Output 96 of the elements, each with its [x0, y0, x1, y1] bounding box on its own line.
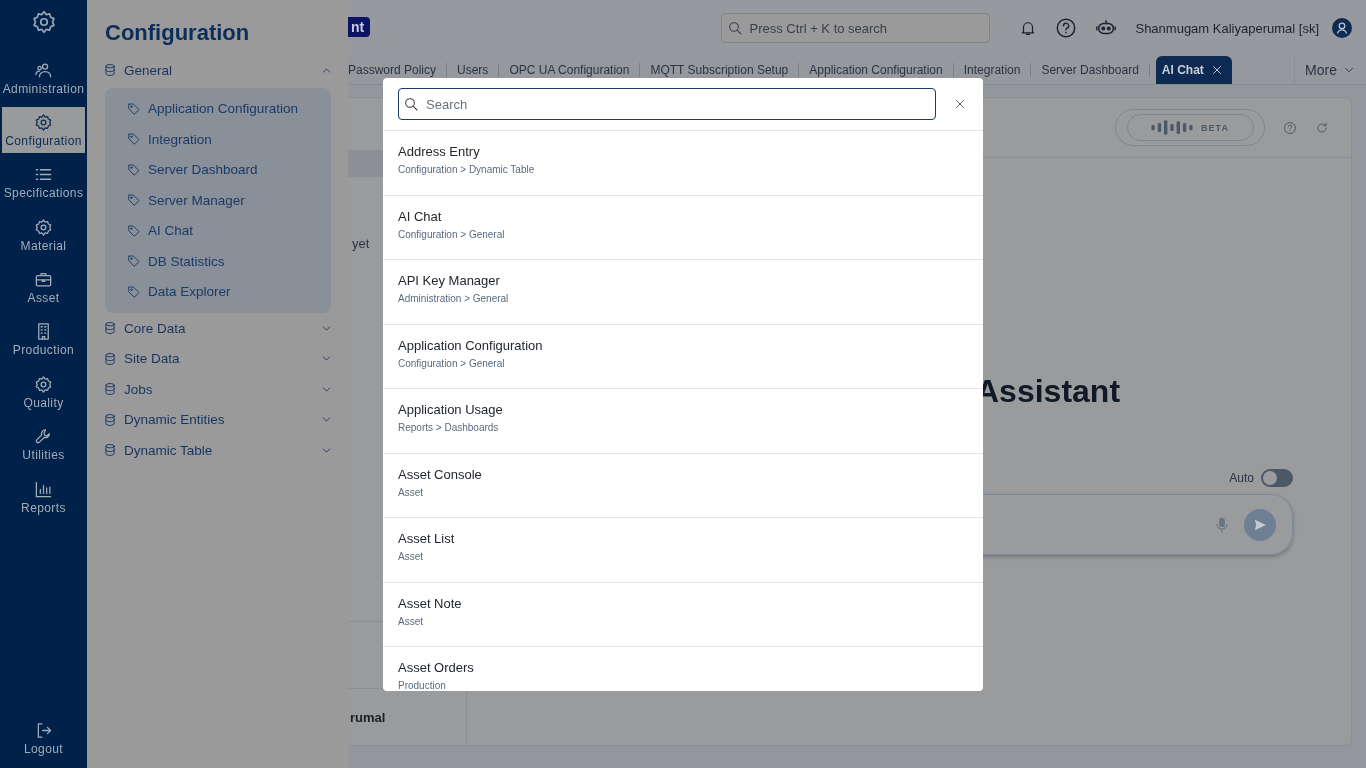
chart-icon	[34, 479, 53, 499]
tab[interactable]: OPC UA Configuration	[499, 63, 641, 77]
close-button[interactable]	[953, 97, 967, 111]
search-result[interactable]: Asset List Asset	[383, 518, 983, 583]
tag-icon	[127, 132, 141, 147]
result-title: Application Usage	[398, 402, 504, 417]
nav-rail-item[interactable]: Reports	[2, 474, 85, 521]
help-icon	[1283, 120, 1297, 135]
result-path: Configuration > Dynamic Table	[398, 164, 536, 175]
more-button[interactable]: More	[1294, 56, 1366, 84]
tab[interactable]: MQTT Subscription Setup	[640, 63, 800, 77]
database-icon	[103, 63, 117, 78]
tag-icon	[127, 254, 141, 269]
result-title: Asset List	[398, 531, 456, 546]
menu-group[interactable]: General	[105, 55, 331, 86]
gear-icon	[34, 374, 53, 394]
menu-group[interactable]: Jobs	[105, 374, 331, 405]
submenu-item[interactable]: Data Explorer	[127, 276, 331, 307]
result-path: Configuration > General	[398, 357, 506, 369]
search-result[interactable]: Asset Console Asset	[383, 453, 983, 518]
search-field[interactable]: Press Ctrl + K to search	[721, 13, 991, 43]
auto-toggle[interactable]	[1261, 469, 1293, 487]
search-result[interactable]: Asset Orders Production	[383, 647, 983, 691]
tab[interactable]: AI Chat	[1155, 56, 1232, 84]
submenu-item[interactable]: Server Manager	[127, 185, 331, 216]
nav-rail-item[interactable]: Configuration	[2, 107, 85, 154]
nav-rail-item[interactable]: Production	[2, 316, 85, 363]
nav-rail-item[interactable]: Quality	[2, 369, 85, 416]
database-icon	[103, 412, 117, 427]
database-icon	[103, 443, 117, 458]
search-icon	[727, 20, 744, 36]
logo-icon	[30, 9, 57, 35]
database-icon	[103, 382, 117, 397]
result-path: Asset	[398, 551, 424, 562]
menu-group[interactable]: Dynamic Entities	[105, 404, 331, 435]
result-title: AI Chat	[398, 208, 443, 224]
submenu-item[interactable]: Application Configuration	[127, 93, 331, 124]
nav-rail-item[interactable]: Administration	[2, 55, 85, 101]
users-icon	[34, 60, 53, 80]
nav-rail-item[interactable]: Material	[2, 212, 85, 259]
gear-icon	[34, 112, 53, 132]
result-path: Administration > General	[398, 293, 510, 304]
menu-group[interactable]: Core Data	[105, 313, 331, 344]
gear-icon	[34, 217, 53, 237]
result-title: Asset Orders	[398, 660, 475, 675]
search-result[interactable]: Application Configuration Configuration > General	[383, 324, 983, 389]
result-path: Configuration > General	[398, 228, 506, 240]
result-title: Address Entry	[398, 144, 481, 159]
send-button[interactable]	[1244, 508, 1276, 541]
search-icon	[403, 96, 419, 112]
nav-rail-item[interactable]: Utilities	[2, 421, 85, 468]
search-result[interactable]: Asset Note Asset	[383, 582, 983, 647]
search-result[interactable]: Address Entry Configuration > Dynamic Table	[383, 131, 983, 196]
waveform-icon	[1151, 120, 1194, 135]
tab[interactable]: Password Policy	[348, 63, 448, 77]
result-path: Asset	[398, 615, 424, 627]
avatar-icon[interactable]	[1332, 18, 1352, 38]
tag-icon	[127, 193, 141, 208]
brand-badge: nt	[348, 17, 371, 37]
result-title: Asset Console	[398, 466, 483, 482]
search-result[interactable]: Application Usage Reports > Dashboards	[383, 389, 983, 454]
menu-group[interactable]: Site Data	[105, 343, 331, 374]
refresh-icon	[1315, 120, 1329, 135]
logout-button[interactable]: Logout	[2, 715, 85, 762]
database-icon	[103, 351, 117, 366]
text-fragment: rumal	[350, 710, 386, 725]
result-title: Asset Note	[398, 595, 463, 611]
nav-rail-item[interactable]: Asset	[2, 264, 85, 311]
result-title: API Key Manager	[398, 273, 501, 288]
search-field[interactable]: Search	[398, 88, 936, 120]
tag-icon	[127, 284, 141, 299]
submenu-item[interactable]: Integration	[127, 124, 331, 155]
user-name[interactable]: Shanmugam Kaliyaperumal [sk]	[1135, 20, 1319, 36]
submenu-item[interactable]: DB Statistics	[127, 246, 331, 277]
auto-label: Auto	[1229, 471, 1254, 485]
tab[interactable]: Users	[447, 63, 500, 77]
database-icon	[103, 321, 117, 336]
tag-icon	[127, 101, 141, 116]
result-path: Production	[398, 680, 447, 691]
tag-icon	[127, 162, 141, 177]
menu-group[interactable]: Dynamic Table	[105, 435, 331, 466]
submenu-item[interactable]: AI Chat	[127, 215, 331, 246]
result-path: Reports > Dashboards	[398, 422, 500, 433]
tag-icon	[127, 223, 141, 238]
tab[interactable]: Application Configuration	[799, 63, 954, 77]
panel-title: Configuration	[105, 20, 251, 46]
nav-rail-item[interactable]: Specifications	[2, 159, 85, 206]
result-title: Application Configuration	[398, 337, 544, 353]
tab[interactable]: Integration	[953, 63, 1032, 77]
search-result[interactable]: API Key Manager Administration > General	[383, 260, 983, 325]
text-fragment: yet	[352, 236, 370, 251]
result-path: Asset	[398, 486, 424, 498]
help-icon	[1055, 17, 1078, 39]
tab[interactable]: Server Dashboard	[1031, 63, 1150, 77]
search-result[interactable]: AI Chat Configuration > General	[383, 195, 983, 260]
submenu-item[interactable]: Server Dashboard	[127, 154, 331, 185]
